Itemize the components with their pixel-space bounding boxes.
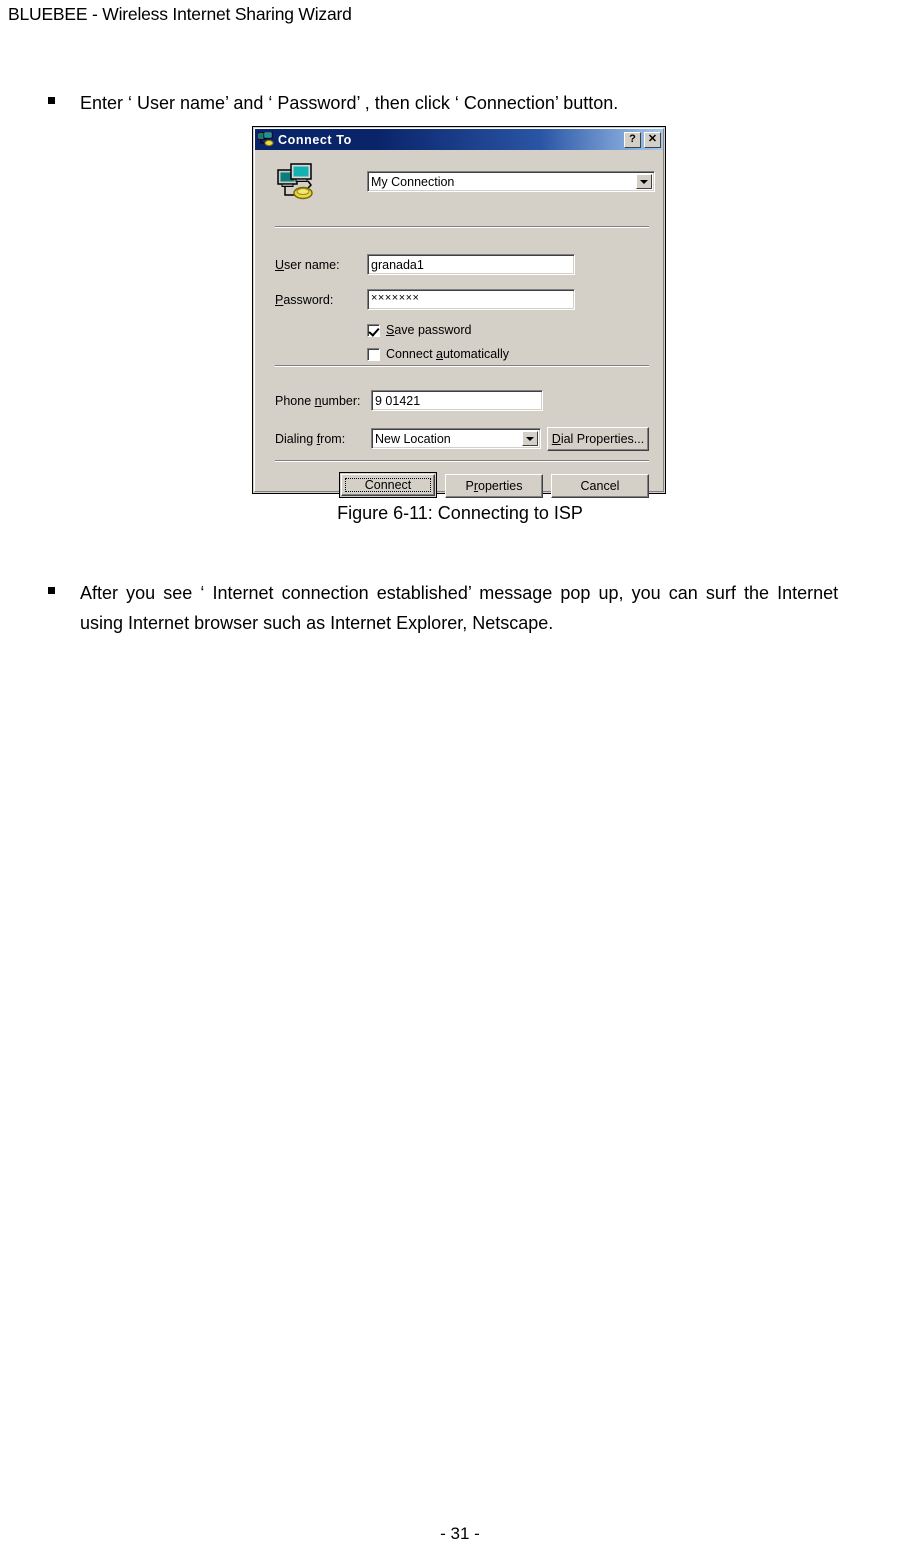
- figure-caption: Figure 6-11: Connecting to ISP: [337, 503, 583, 523]
- connection-row: My Connection: [265, 162, 655, 214]
- user-name-label: User name:: [275, 258, 340, 272]
- connect-to-dialog: Connect To ? ✕ My Connection User name: …: [252, 126, 666, 498]
- connection-select-value: My Connection: [371, 174, 455, 189]
- separator-bottom: [275, 460, 649, 462]
- checkbox-checked-icon[interactable]: [367, 323, 380, 337]
- save-password-label: Save password: [386, 323, 472, 337]
- bullet-2-text: After you see ‘ Internet connection esta…: [80, 578, 920, 638]
- dialog-body: My Connection User name: granada1 Passwo…: [255, 150, 663, 498]
- properties-button[interactable]: Properties: [445, 474, 543, 498]
- checkbox-unchecked-icon[interactable]: [367, 347, 380, 361]
- password-label-rest: assword:: [283, 293, 334, 307]
- dial-properties-button[interactable]: Dial Properties...: [547, 427, 649, 451]
- document-header: BLUEBEE - Wireless Internet Sharing Wiza…: [8, 4, 352, 24]
- connect-automatically-checkbox[interactable]: Connect automatically: [367, 347, 509, 361]
- password-field[interactable]: ×××××××: [367, 289, 575, 310]
- connect-to-icon: [257, 131, 274, 147]
- phone-number-label: Phone number:: [275, 394, 361, 408]
- properties-button-label: Properties: [465, 479, 523, 493]
- connect-button-face: Connect: [341, 474, 435, 496]
- user-name-accel: U: [275, 258, 285, 272]
- save-password-checkbox[interactable]: Save password: [367, 323, 471, 337]
- dialing-from-value: New Location: [375, 431, 451, 446]
- chevron-down-icon[interactable]: [522, 431, 538, 446]
- computers-modem-icon: [277, 162, 319, 204]
- user-name-field[interactable]: granada1: [367, 254, 575, 275]
- help-button[interactable]: ?: [624, 131, 641, 148]
- user-name-label-rest: ser name:: [284, 258, 340, 272]
- bullet-marker-icon: [48, 97, 55, 104]
- connect-button[interactable]: Connect: [339, 472, 437, 498]
- separator-middle: [275, 365, 649, 367]
- chevron-down-icon[interactable]: [636, 174, 652, 189]
- dialog-titlebar[interactable]: Connect To ? ✕: [255, 129, 663, 150]
- bullet-2-line-2: using Internet browser such as Internet …: [80, 613, 554, 633]
- page-number-footer: - 31 -: [440, 1524, 480, 1543]
- dialog-title: Connect To: [278, 132, 352, 147]
- bullet-2-line-1: After you see ‘ Internet connection esta…: [80, 583, 839, 603]
- bullet-1-text: Enter ‘ User name’ and ‘ Password’ , the…: [80, 93, 619, 113]
- separator-top: [275, 226, 649, 228]
- password-label: Password:: [275, 293, 333, 307]
- phone-number-field[interactable]: 9 01421: [371, 390, 543, 411]
- close-icon[interactable]: ✕: [644, 131, 661, 148]
- bullet-item-1: Enter ‘ User name’ and ‘ Password’ , the…: [48, 88, 920, 118]
- dialing-from-label: Dialing from:: [275, 432, 346, 446]
- bullet-item-2: After you see ‘ Internet connection esta…: [48, 578, 920, 638]
- bullet-marker-icon: [48, 587, 55, 594]
- dial-properties-label: Dial Properties...: [551, 432, 645, 446]
- cancel-button[interactable]: Cancel: [551, 474, 649, 498]
- connection-select[interactable]: My Connection: [367, 171, 655, 192]
- connect-automatically-label: Connect automatically: [386, 347, 509, 361]
- dialing-from-select[interactable]: New Location: [371, 428, 541, 449]
- connect-button-label: Connect: [345, 478, 431, 492]
